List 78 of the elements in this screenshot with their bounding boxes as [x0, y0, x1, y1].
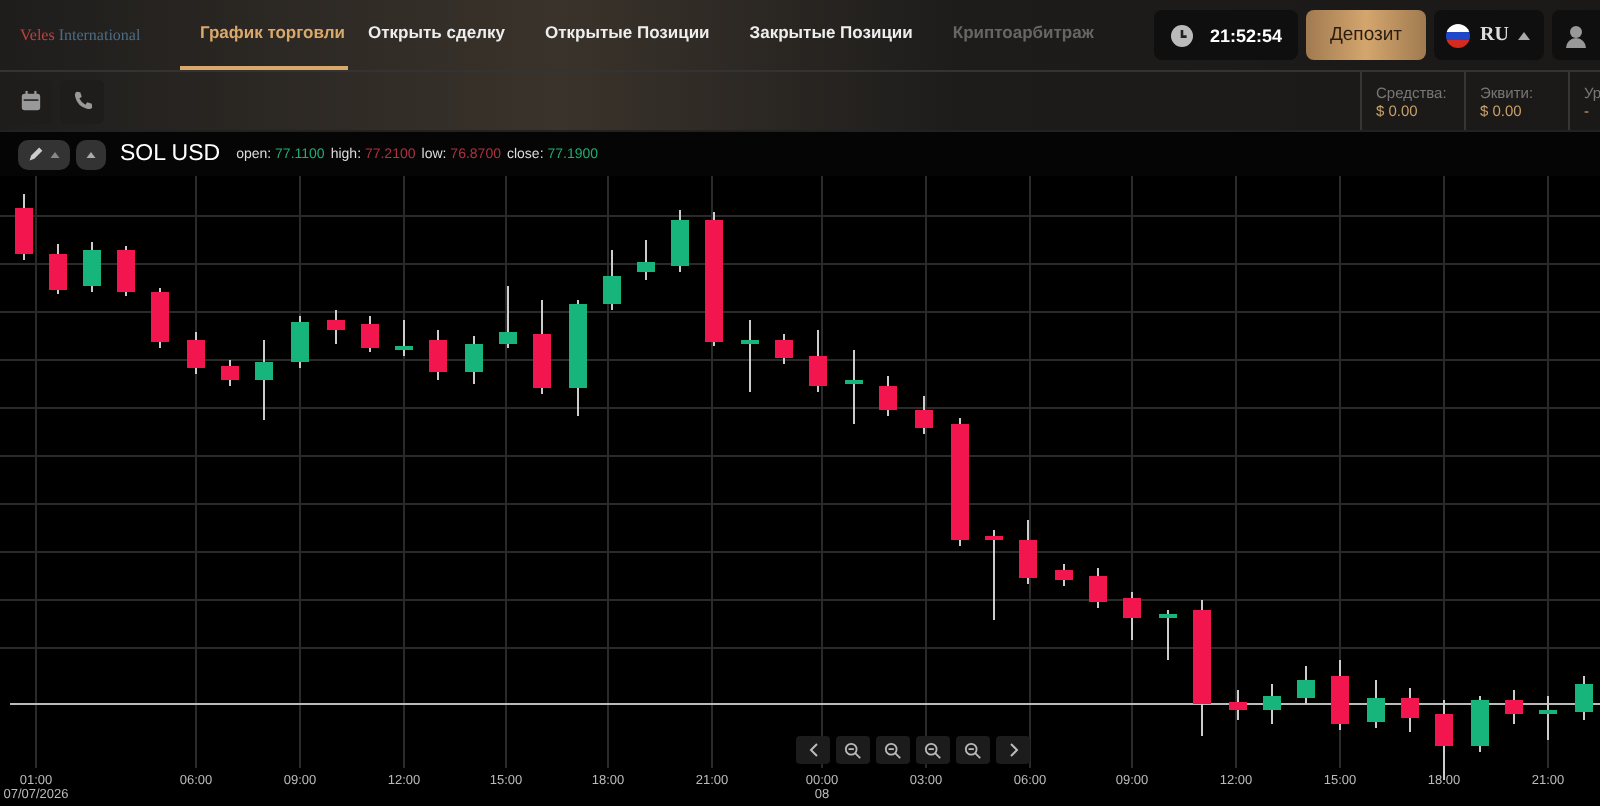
candle — [775, 333, 793, 365]
candle — [845, 349, 863, 425]
drawing-tool-button[interactable] — [18, 139, 70, 169]
candle — [255, 339, 273, 421]
deposit-button[interactable]: Депозит — [1306, 10, 1426, 60]
candle — [533, 299, 551, 395]
nav-tab[interactable]: График торговли — [180, 0, 348, 70]
zoom-button[interactable] — [916, 736, 950, 764]
flag-icon — [1446, 23, 1470, 47]
candle — [1229, 689, 1247, 721]
zoom-button[interactable] — [836, 736, 870, 764]
candle — [671, 209, 689, 273]
candle — [705, 211, 723, 347]
candle — [15, 193, 33, 261]
symbol-title: SOL USD — [120, 142, 221, 166]
candle — [187, 331, 205, 375]
candle — [809, 329, 827, 393]
candle — [1123, 591, 1141, 641]
candle — [1193, 599, 1211, 737]
candle — [1367, 679, 1385, 729]
candle — [985, 529, 1003, 621]
candle — [741, 319, 759, 393]
candle — [1263, 683, 1281, 725]
candle — [327, 309, 345, 345]
candle — [1539, 695, 1557, 741]
candle — [879, 375, 897, 417]
calendar-icon — [19, 90, 41, 112]
candle — [1471, 695, 1489, 753]
zoom-icon — [844, 741, 862, 759]
zoom-icon — [964, 741, 982, 759]
candle — [603, 249, 621, 311]
candle — [1505, 689, 1523, 725]
zoom-button[interactable] — [876, 736, 910, 764]
candle — [499, 285, 517, 349]
pencil-icon — [28, 146, 44, 162]
caret-icon — [50, 151, 60, 157]
candle — [395, 319, 413, 357]
clock-time: 21:52:54 — [1209, 25, 1282, 45]
zoom-icon — [884, 741, 902, 759]
candle — [1401, 687, 1419, 733]
chart-type-button[interactable] — [76, 139, 106, 169]
profile-button[interactable] — [1552, 10, 1600, 60]
nav-tab[interactable]: Открытые Позиции — [524, 0, 730, 70]
language-button[interactable]: RU — [1434, 10, 1544, 60]
candle — [951, 417, 969, 547]
candle — [1019, 519, 1037, 585]
candle — [1331, 659, 1349, 731]
candle — [637, 239, 655, 281]
candle — [465, 335, 483, 385]
candle — [1055, 563, 1073, 587]
candle — [221, 359, 239, 387]
scroll-right-button[interactable] — [996, 736, 1030, 764]
candle — [83, 241, 101, 293]
clock-icon — [1169, 23, 1194, 47]
user-icon — [1564, 23, 1588, 47]
zoom-icon — [924, 741, 942, 759]
candle — [291, 315, 309, 369]
candle — [49, 243, 67, 295]
candle — [1575, 675, 1593, 721]
nav-tab[interactable]: Закрытые Позиции — [729, 0, 933, 70]
phone-icon — [71, 90, 93, 112]
candle — [1089, 567, 1107, 609]
zoom-button[interactable] — [956, 736, 990, 764]
candle — [151, 287, 169, 349]
candle — [569, 299, 587, 417]
candle — [915, 395, 933, 435]
nav-tab[interactable]: Открыть сделку — [348, 0, 525, 70]
phone-button[interactable] — [60, 79, 104, 123]
chevron-right-icon — [1005, 742, 1021, 758]
candle — [429, 329, 447, 381]
candle — [1159, 609, 1177, 661]
scroll-left-button[interactable] — [796, 736, 830, 764]
candle — [117, 245, 135, 297]
caret-icon — [1518, 31, 1531, 39]
candle — [1297, 665, 1315, 705]
candle — [361, 315, 379, 353]
caret-icon — [86, 151, 96, 157]
chevron-left-icon — [805, 742, 821, 758]
